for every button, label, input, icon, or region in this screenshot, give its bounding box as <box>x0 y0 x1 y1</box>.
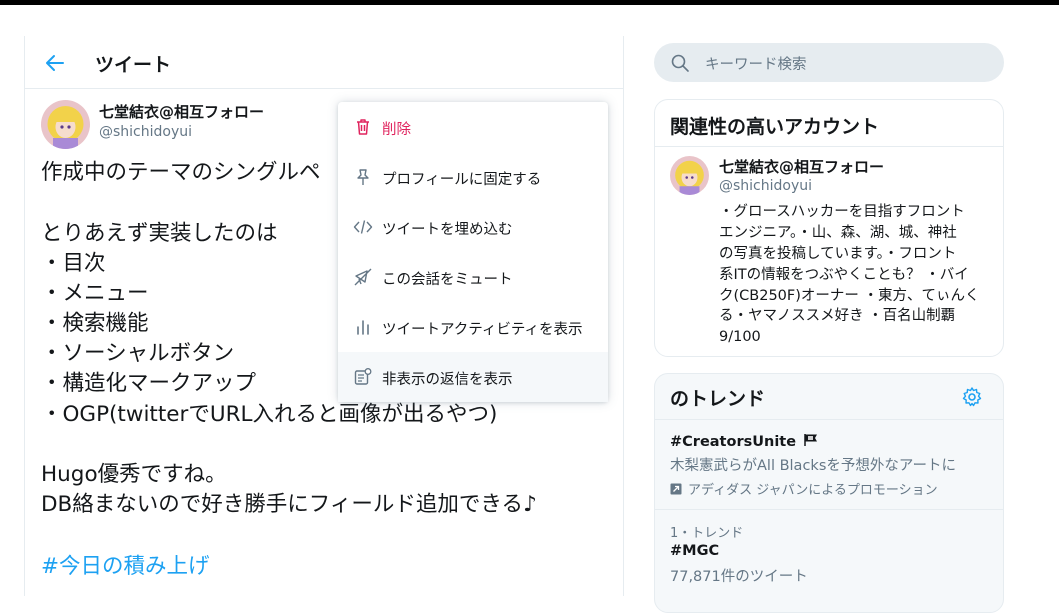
bio-line: 系ITの情報をつぶやくことも？ ・バイ <box>719 267 969 283</box>
divider <box>655 509 1003 510</box>
menu-item-label: ツイートアクティビティを表示 <box>382 322 583 338</box>
flag-emoji-icon <box>804 434 818 446</box>
trends-title: のトレンド <box>670 388 766 410</box>
menu-item-mute[interactable]: この会話をミュート <box>338 252 608 302</box>
bio-line: の写真を投稿しています。・フロント <box>719 246 957 262</box>
page-title: ツイート <box>95 54 172 76</box>
related-account-name[interactable]: 七堂結衣@相互フォロー <box>719 156 884 177</box>
trend-hashtag: #MGC <box>670 543 720 559</box>
bio-line: ク(CB250F)オーナー ・東方、てぃんく <box>719 288 980 304</box>
menu-item-label: ツイートを埋め込む <box>382 222 513 238</box>
trend-rank: 1・トレンド <box>670 526 744 541</box>
tweet-text-line: 作成中のテーマのシングルペ <box>41 160 321 185</box>
bio-line: エンジニア。・山、森、湖、城、神社 <box>719 225 957 241</box>
tweet-context-menu: 削除 プロフィールに固定する ツイートを埋め込む この会話をミュート ツイートア… <box>338 102 608 402</box>
menu-item-pin[interactable]: プロフィールに固定する <box>338 152 608 202</box>
menu-item-label: 削除 <box>382 122 411 138</box>
gear-icon[interactable] <box>961 386 983 408</box>
author-handle[interactable]: @shichidoyui <box>99 124 192 140</box>
menu-item-activity[interactable]: ツイートアクティビティを表示 <box>338 302 608 352</box>
tweet-text-line: ・ソーシャルボタン <box>41 341 235 366</box>
menu-item-label: この会話をミュート <box>382 272 513 288</box>
menu-item-delete[interactable]: 削除 <box>338 102 608 152</box>
related-account-avatar[interactable] <box>670 156 709 195</box>
tweet-text-line: ・構造化マークアップ <box>41 371 257 396</box>
trend-tweet-count: 77,871件のツイート <box>670 569 808 585</box>
search-placeholder: キーワード検索 <box>705 57 807 73</box>
tweet-text-line: とりあえず実装したのは <box>41 221 278 246</box>
arrow-left-icon <box>46 55 64 71</box>
menu-item-label: プロフィールに固定する <box>382 172 542 188</box>
divider <box>655 146 1003 147</box>
tweet-text-line: ・メニュー <box>41 281 149 306</box>
bar-chart-icon <box>357 320 369 335</box>
related-accounts-title: 関連性の高いアカウント <box>670 116 880 138</box>
hidden-replies-icon <box>354 368 372 385</box>
trend-description: 木梨憲武らがAll Blacksを予想外なアートに <box>670 458 956 474</box>
search-icon <box>671 54 689 72</box>
menu-item-hidden-replies[interactable]: 非表示の返信を表示 <box>338 352 608 402</box>
trend-hashtag: #CreatorsUnite <box>670 433 819 450</box>
tweet-text-line: ・目次 <box>41 251 106 276</box>
code-icon <box>353 220 373 234</box>
trend-hashtag-text: #CreatorsUnite <box>670 434 797 450</box>
promoted-icon <box>670 483 682 495</box>
mute-icon <box>354 268 372 286</box>
bio-line: 9/100 <box>719 329 761 345</box>
divider <box>655 419 1003 420</box>
search-input[interactable]: キーワード検索 <box>654 43 1004 82</box>
bio-line: ・グロースハッカーを目指すフロント <box>719 204 965 220</box>
author-name[interactable]: 七堂結衣@相互フォロー <box>99 101 264 122</box>
tweet-text-line: DB絡まないので好き勝手にフィールド追加できる♪ <box>41 492 537 517</box>
menu-item-label: 非表示の返信を表示 <box>382 372 513 388</box>
related-account-handle[interactable]: @shichidoyui <box>719 178 812 194</box>
author-avatar[interactable] <box>41 100 90 149</box>
main-header: ツイート <box>25 36 624 89</box>
top-bar <box>0 0 1059 5</box>
back-button[interactable] <box>39 48 71 78</box>
bio-line: る・ヤマノススメ好き ・百名山制覇 <box>719 308 956 324</box>
tweet-text-line: Hugo優秀ですね。 <box>41 462 227 487</box>
tweet-text-line: ・OGP(twitterでURL入れると画像が出るやつ) <box>41 402 498 427</box>
related-accounts-card: 関連性の高いアカウント 七堂結衣@相互フォロー @shichidoyui ・グロ… <box>654 99 1004 357</box>
trash-icon <box>357 119 369 135</box>
promoted-label: アディダス ジャパンによるプロモーション <box>670 479 938 498</box>
hashtag-link[interactable]: #今日の積み上げ <box>41 552 210 582</box>
tweet-text-line: ・検索機能 <box>41 311 149 336</box>
promoted-text: アディダス ジャパンによるプロモーション <box>688 483 938 498</box>
menu-item-embed[interactable]: ツイートを埋め込む <box>338 202 608 252</box>
trends-card: のトレンド #CreatorsUnite 木梨憲武らがAll Blacksを予想… <box>654 373 1004 613</box>
pin-icon <box>357 169 369 185</box>
